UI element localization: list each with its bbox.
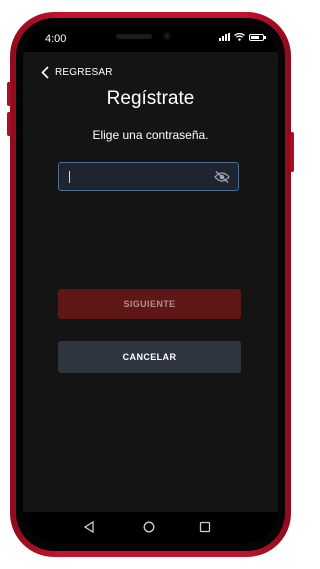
cancel-button[interactable]: CANCELAR [58,341,241,373]
status-bar: 4:00 [23,26,278,52]
back-label: REGRESAR [55,67,113,78]
signal-icon [219,33,230,41]
page-title: Regístrate [106,88,195,109]
phone-bezel: 4:00 REGRESAR Regístrate Elige una contr… [16,18,285,551]
status-time: 4:00 [45,33,67,45]
eye-off-icon[interactable] [214,170,230,184]
screen: 4:00 REGRESAR Regístrate Elige una contr… [23,26,278,543]
volume-up-button [7,82,11,106]
signup-password-screen: REGRESAR Regístrate Elige una contraseña… [23,52,278,512]
volume-down-button [7,112,11,136]
power-button [290,132,294,172]
back-button[interactable]: REGRESAR [41,66,113,79]
text-cursor [69,171,70,183]
recents-square-icon[interactable] [199,521,211,533]
speaker-grille [116,34,152,39]
page-subtitle: Elige una contraseña. [92,128,209,142]
password-field[interactable] [58,162,239,191]
next-button[interactable]: SIGUIENTE [58,289,241,319]
phone-frame: 4:00 REGRESAR Regístrate Elige una contr… [7,12,294,557]
battery-icon [249,33,266,41]
battery-level [251,35,259,39]
status-icons [219,33,266,41]
front-camera [163,32,171,40]
wifi-icon [234,33,245,41]
navigation-bar [23,512,278,543]
chevron-left-icon [41,66,49,79]
back-triangle-icon[interactable] [83,521,95,533]
password-input[interactable] [67,167,211,188]
home-circle-icon[interactable] [143,521,155,533]
